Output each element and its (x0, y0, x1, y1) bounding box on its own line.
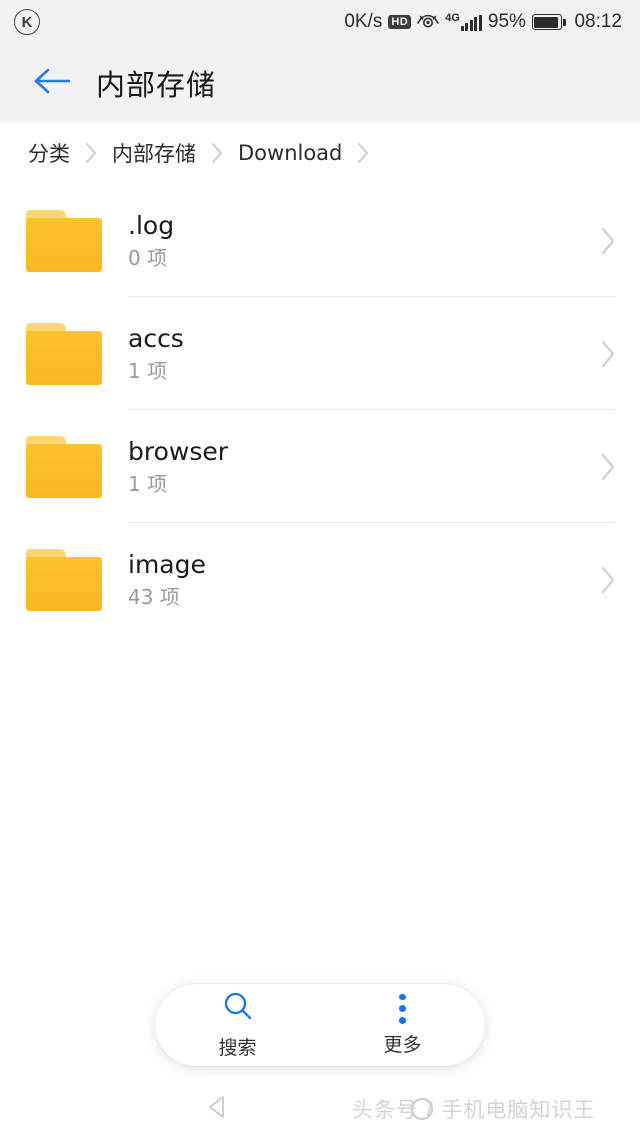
page-title: 内部存储 (96, 68, 217, 102)
android-nav-bar (0, 1080, 640, 1138)
folder-icon (26, 435, 102, 498)
clock-label: 08:12 (574, 11, 622, 32)
breadcrumb-item-2[interactable]: Download (238, 141, 342, 165)
hd-icon: HD (388, 14, 412, 30)
phone-screen: K 0K/s HD 4G 95% 08:12 内部存储 分类 内部存储 Down… (0, 0, 640, 1138)
breadcrumb-item-1[interactable]: 内部存储 (112, 138, 196, 168)
search-button[interactable]: 搜索 (155, 984, 320, 1066)
list-item-text: image 43 项 (128, 551, 206, 608)
list-item-text: accs 1 项 (128, 325, 184, 382)
breadcrumb: 分类 内部存储 Download (0, 122, 640, 184)
folder-item-count: 1 项 (128, 358, 168, 383)
list-item[interactable]: browser 1 项 (0, 410, 640, 523)
eye-care-icon (417, 14, 440, 30)
bottom-toolbar: 搜索 更多 (155, 984, 485, 1066)
chevron-right-icon (210, 142, 224, 164)
chevron-right-icon (598, 451, 618, 483)
more-vertical-icon (399, 993, 406, 1024)
search-button-label: 搜索 (218, 1037, 257, 1059)
more-button[interactable]: 更多 (320, 984, 485, 1066)
folder-icon (26, 209, 102, 272)
status-bar: K 0K/s HD 4G 95% 08:12 (0, 0, 640, 44)
status-bar-indicators: 0K/s HD 4G 95% 08:12 (344, 11, 622, 33)
folder-icon (26, 548, 102, 611)
folder-item-count: 0 项 (128, 245, 168, 270)
network-type-label: 4G (445, 12, 460, 24)
chevron-right-icon (356, 142, 370, 164)
network-speed-label: 0K/s (344, 11, 383, 32)
list-item-text: browser 1 项 (128, 438, 228, 495)
folder-name: .log (128, 211, 175, 241)
chevron-right-icon (598, 564, 618, 596)
signal-bars-icon (460, 15, 482, 31)
battery-percent-label: 95% (487, 11, 526, 32)
list-item[interactable]: .log 0 项 (0, 184, 640, 297)
list-item[interactable]: image 43 项 (0, 523, 640, 636)
nav-back-button[interactable] (190, 1089, 246, 1129)
back-button[interactable] (30, 61, 74, 105)
more-button-label: 更多 (383, 1033, 422, 1056)
arrow-left-icon (32, 66, 72, 101)
folder-item-count: 1 项 (128, 471, 168, 496)
list-item-text: .log 0 项 (128, 212, 174, 269)
chevron-right-icon (598, 338, 618, 370)
chevron-right-icon (598, 225, 618, 257)
folder-name: browser (128, 437, 229, 467)
list-item[interactable]: accs 1 项 (0, 297, 640, 410)
battery-icon (531, 14, 567, 30)
breadcrumb-item-0[interactable]: 分类 (28, 138, 70, 168)
folder-name: image (128, 550, 206, 580)
folder-name: accs (128, 324, 184, 354)
circle-home-icon (411, 1098, 433, 1120)
file-list: .log 0 项 accs 1 项 browser 1 项 image 43 项 (0, 184, 640, 636)
folder-item-count: 43 项 (128, 584, 180, 609)
app-badge-icon: K (14, 9, 40, 35)
chevron-right-icon (84, 142, 98, 164)
search-icon (222, 990, 254, 1027)
app-badge-label: K (21, 13, 33, 31)
nav-home-button[interactable] (394, 1089, 450, 1129)
folder-icon (26, 322, 102, 385)
triangle-back-icon (205, 1094, 231, 1125)
title-bar: 内部存储 (0, 44, 640, 122)
signal-indicator: 4G (445, 13, 482, 31)
